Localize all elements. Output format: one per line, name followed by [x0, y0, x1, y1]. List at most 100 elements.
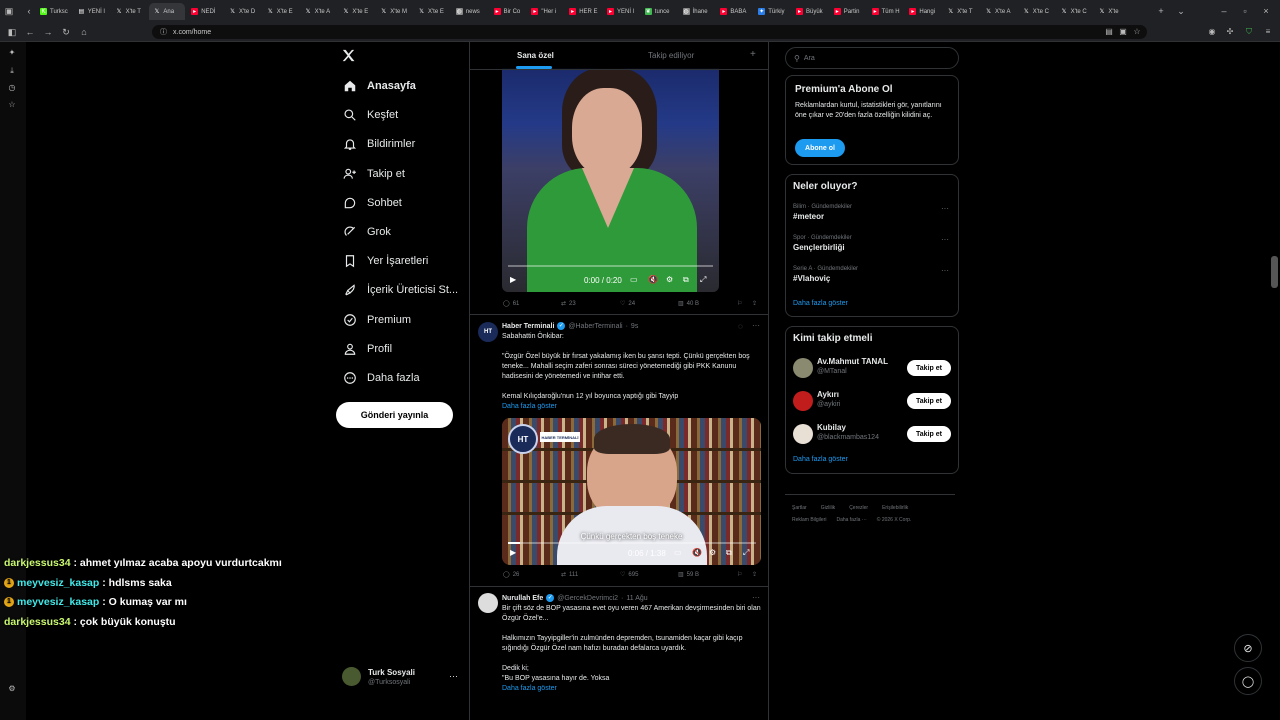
shield-icon[interactable]: ⛉ — [1243, 26, 1255, 38]
video-settings-icon[interactable]: ⚙ — [666, 275, 673, 284]
avatar[interactable]: HT — [478, 322, 498, 342]
footer-link[interactable]: Reklam Bilgileri — [792, 517, 826, 523]
footer-link[interactable]: Daha fazla ··· — [836, 517, 866, 523]
nav-item-bookmark[interactable]: Yer İşaretleri — [336, 248, 428, 274]
captions-icon[interactable]: ▭ — [674, 548, 682, 557]
browser-tab[interactable]: ▸ Tüm H — [868, 3, 904, 20]
trend-item[interactable]: Spor · Gündemdekiler Gençlerbirliği ··· — [793, 235, 953, 252]
author-handle[interactable]: @GercekDevrimci2 — [557, 595, 618, 602]
fullscreen-icon[interactable]: ⤢ — [743, 548, 749, 558]
tab-following[interactable]: Takip ediliyor — [648, 51, 694, 60]
browser-tab[interactable]: ▸ BABA — [716, 3, 752, 20]
follow-suggestion[interactable]: Kubilay @blackmambas124 Takip et — [793, 423, 953, 449]
sidebar-panel-icon[interactable]: ◧ — [6, 26, 18, 38]
follow-suggestion[interactable]: Av.Mahmut TANAL @MTanal Takip et — [793, 357, 953, 383]
repost-action[interactable]: ⇄ 111 — [561, 571, 578, 579]
new-tab-icon[interactable]: + — [1155, 5, 1167, 17]
browser-tab[interactable]: ◍ news — [452, 3, 488, 20]
nav-item-rocket[interactable]: İçerik Üreticisi St... — [336, 277, 458, 303]
browser-tab[interactable]: K Turksc — [36, 3, 72, 20]
address-bar[interactable]: ⓘ x.com/home — [152, 25, 1147, 39]
trend-more-icon[interactable]: ··· — [941, 266, 949, 275]
avatar[interactable] — [478, 593, 498, 613]
footer-link[interactable]: Erişilebilirlik — [882, 505, 908, 511]
page-scrollbar[interactable] — [1271, 256, 1278, 288]
reply-action[interactable]: ◯ 26 — [503, 571, 519, 579]
trend-more-icon[interactable]: ··· — [941, 235, 949, 244]
tweet-time[interactable]: 11 Ağu — [626, 595, 647, 602]
browser-tab[interactable]: 𝕏 X'te T — [112, 3, 148, 20]
pip-video-icon[interactable]: ⧉ — [726, 548, 732, 558]
captions-icon[interactable]: ▭ — [630, 275, 638, 284]
footer-link[interactable]: Gizlilik — [821, 505, 835, 511]
fullscreen-icon[interactable]: ⤢ — [700, 275, 706, 285]
search-input[interactable]: ⚲ Ara — [785, 47, 959, 69]
chat-username[interactable]: darkjessus34 — [4, 616, 71, 628]
avatar[interactable] — [793, 424, 813, 444]
history-icon[interactable]: ◷ — [6, 82, 18, 94]
menu-icon[interactable]: ≡ — [1262, 26, 1274, 38]
tab-list-icon[interactable]: ⌄ — [1175, 5, 1187, 17]
browser-tab[interactable]: ▸ NEDİ — [187, 3, 223, 20]
browser-tab[interactable]: 𝕏 X'te T — [943, 3, 979, 20]
browser-tab[interactable]: 𝕏 X'te C — [1019, 3, 1055, 20]
x-logo-icon[interactable] — [341, 48, 356, 63]
downloads-icon[interactable]: ⤓ — [6, 65, 18, 77]
browser-tab[interactable]: 𝕏 X'te C — [1057, 3, 1093, 20]
browser-tab[interactable]: 𝕏 X'te E — [414, 3, 450, 20]
tweet-more-icon[interactable]: ··· — [752, 593, 760, 602]
play-icon[interactable]: ▶ — [510, 548, 516, 557]
browser-tab[interactable]: 𝕏 Ana — [149, 3, 186, 20]
views-action[interactable]: ▥ 40 B — [678, 300, 699, 308]
browser-tab[interactable]: ◍ İhane — [679, 3, 715, 20]
mute-icon[interactable]: 🔇 — [692, 548, 702, 557]
subscribe-button[interactable]: Abone ol — [795, 139, 845, 157]
follow-suggestion[interactable]: Aykırı @aykiri Takip et — [793, 390, 953, 416]
video-progress[interactable] — [508, 265, 713, 267]
browser-tab[interactable]: ▸ HER E — [565, 3, 601, 20]
author-name[interactable]: Nurullah Efe — [502, 595, 543, 602]
browser-tab[interactable]: 𝕏 X'te A — [301, 3, 337, 20]
browser-tab[interactable]: 𝕏 X'te M — [376, 3, 412, 20]
pinned-app-icon[interactable]: ✦ — [6, 47, 18, 59]
avatar[interactable] — [793, 358, 813, 378]
chat-username[interactable]: darkjessus34 — [4, 557, 71, 569]
show-more-link[interactable]: Daha fazla göster — [502, 403, 557, 410]
post-button[interactable]: Gönderi yayınla — [336, 402, 453, 428]
nav-item-profile[interactable]: Profil — [336, 336, 392, 362]
grok-tweet-icon[interactable]: ◌ — [738, 322, 743, 331]
follow-button[interactable]: Takip et — [907, 360, 951, 376]
home-browser-icon[interactable]: ⌂ — [78, 26, 90, 38]
show-more-follow-link[interactable]: Daha fazla göster — [793, 456, 848, 463]
reply-action[interactable]: ◯ 61 — [503, 300, 519, 308]
share-action[interactable]: ⇪ — [752, 571, 757, 578]
trend-item[interactable]: Bilim · Gündemdekiler #meteor ··· — [793, 204, 953, 221]
suggestion-name[interactable]: Kubilay — [817, 423, 846, 432]
like-action[interactable]: ♡ 695 — [620, 571, 638, 579]
chat-username[interactable]: meyvesiz_kasap — [17, 577, 99, 589]
trend-more-icon[interactable]: ··· — [941, 204, 949, 213]
bookmark-star-icon[interactable]: ☆ — [1131, 26, 1143, 38]
avatar[interactable] — [342, 667, 361, 686]
repost-action[interactable]: ⇄ 23 — [561, 300, 576, 308]
tab-scroll-left-icon[interactable]: ‹ — [23, 5, 35, 17]
bookmark-action[interactable]: ⚐ — [737, 571, 742, 578]
nav-item-bell[interactable]: Bildirimler — [336, 131, 415, 157]
share-action[interactable]: ⇪ — [752, 300, 757, 307]
pip-video-icon[interactable]: ⧉ — [683, 275, 689, 285]
views-action[interactable]: ▥ 59 B — [678, 571, 699, 579]
author-handle[interactable]: @HaberTerminali — [568, 323, 622, 330]
sidebar-toggle-icon[interactable]: ▣ — [3, 5, 15, 17]
like-action[interactable]: ♡ 24 — [620, 300, 635, 308]
nav-item-home[interactable]: Anasayfa — [336, 73, 416, 99]
messages-float-icon[interactable]: ◯ — [1234, 667, 1262, 695]
video-settings-icon[interactable]: ⚙ — [709, 548, 716, 557]
browser-tab[interactable]: ▸ Partin — [830, 3, 866, 20]
follow-button[interactable]: Takip et — [907, 426, 951, 442]
settings-gear-icon[interactable]: ⚙ — [6, 683, 18, 695]
nav-item-follow[interactable]: Takip et — [336, 161, 405, 187]
browser-tab[interactable]: ▤ YENİ l — [74, 3, 110, 20]
video-progress[interactable] — [508, 542, 756, 544]
browser-tab[interactable]: ▸ "Her i — [527, 3, 563, 20]
browser-tab[interactable]: 𝕏 X'te — [1094, 3, 1130, 20]
